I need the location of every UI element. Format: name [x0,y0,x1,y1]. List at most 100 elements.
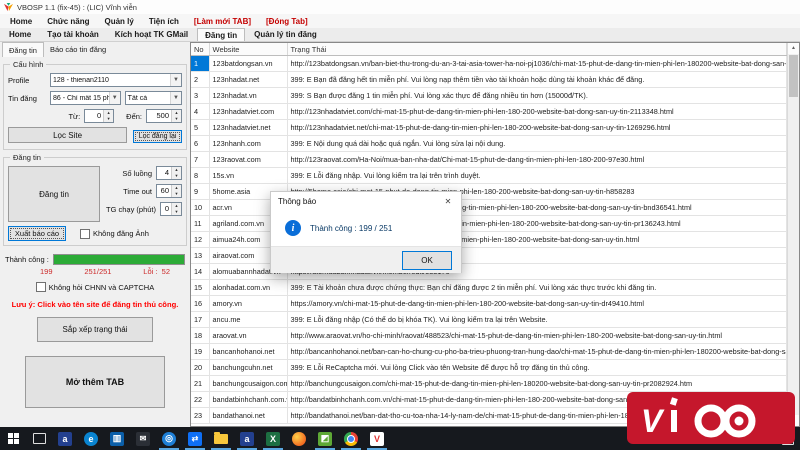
row-number-cell[interactable]: 22 [191,392,209,408]
row-number-cell[interactable]: 8 [191,168,209,184]
table-row[interactable]: 21banchungcusaigon.comhttp://banchungcus… [191,376,787,392]
table-row[interactable]: 5123nhadatviet.nethttp://123nhadatviet.n… [191,120,787,136]
scroll-up-icon[interactable]: ▲ [788,43,799,54]
row-number-cell[interactable]: 18 [191,328,209,344]
website-cell[interactable]: 123nhadat.net [209,72,287,88]
open-tab-button[interactable]: Mở thêm TAB [25,356,165,408]
menu-home[interactable]: Home [10,17,32,26]
row-number-cell[interactable]: 3 [191,88,209,104]
so-luong-stepper[interactable]: 4 ▲▼ [156,166,182,180]
captcha-checkbox[interactable]: Không hỏi CHNN và CAPTCHA [0,282,190,292]
sort-status-button[interactable]: Sắp xếp trạng thái [37,317,153,342]
taskbar-photos[interactable]: ◩ [312,427,338,450]
table-row[interactable]: 7123raovat.comhttp://123raovat.com/Ha-No… [191,152,787,168]
col-no[interactable]: No [191,43,209,56]
menu-lam-moi-tab[interactable]: [Làm mới TAB] [194,17,251,26]
tab-tao-tai-khoan[interactable]: Tạo tài khoản [40,28,106,41]
taskbar-app-1[interactable]: a [52,427,78,450]
tg-chay-stepper[interactable]: 0 ▲▼ [160,202,182,216]
row-number-cell[interactable]: 14 [191,264,209,280]
menu-tien-ich[interactable]: Tiện ích [149,17,179,26]
filter-select[interactable]: Tất cả ▼ [125,91,182,105]
table-row[interactable]: 20banchungcuhn.net399: E Lỗi ReCaptcha m… [191,360,787,376]
loc-dang-lai-button[interactable]: Lọc đăng lại [133,130,182,143]
table-row[interactable]: 16amory.vnhttps://amory.vn/chi-mat-15-ph… [191,296,787,312]
menu-dong-tab[interactable]: [Đóng Tab] [266,17,308,26]
table-row[interactable]: 3123nhadat.vn399: S Bạn được đăng 1 tin … [191,88,787,104]
website-cell[interactable]: banchungcuhn.net [209,360,287,376]
table-row[interactable]: 2123nhadat.net399: E Bạn đã đăng hết tin… [191,72,787,88]
subtab-dang-tin[interactable]: Đăng tin [2,42,44,57]
scrollbar-thumb[interactable] [789,55,798,97]
row-number-cell[interactable]: 6 [191,136,209,152]
table-row[interactable]: 18araovat.vnhttp://www.araovat.vn/ho-chi… [191,328,787,344]
row-number-cell[interactable]: 7 [191,152,209,168]
row-number-cell[interactable]: 9 [191,184,209,200]
row-number-cell[interactable]: 23 [191,408,209,424]
website-cell[interactable]: banchungcusaigon.com [209,376,287,392]
taskbar-excel[interactable]: X [260,427,286,450]
taskbar-explorer[interactable] [208,427,234,450]
table-row[interactable]: 815s.vn399: E Lỗi đăng nhập. Vui lòng ki… [191,168,787,184]
website-cell[interactable]: bandatbinhchanh.com.vn [209,392,287,408]
khong-dang-anh-checkbox[interactable]: Không đăng Ảnh [80,229,149,239]
loc-site-button[interactable]: Lọc Site [8,127,127,143]
taskbar-store[interactable]: ▥ [104,427,130,450]
website-cell[interactable]: 123batdongsan.vn [209,56,287,72]
vertical-scrollbar[interactable]: ▲ ▼ [787,43,799,426]
tab-home[interactable]: Home [2,28,38,41]
row-number-cell[interactable]: 16 [191,296,209,312]
taskbar-teamviewer[interactable]: ⇄ [182,427,208,450]
website-cell[interactable]: 15s.vn [209,168,287,184]
row-number-cell[interactable]: 10 [191,200,209,216]
to-stepper[interactable]: 500 ▲▼ [146,109,182,123]
website-cell[interactable]: araovat.vn [209,328,287,344]
row-number-cell[interactable]: 20 [191,360,209,376]
website-cell[interactable]: amory.vn [209,296,287,312]
taskbar-mail[interactable]: ✉ [130,427,156,450]
close-icon[interactable]: ✕ [435,192,461,210]
dang-tin-button[interactable]: Đăng tin [8,166,100,222]
row-number-cell[interactable]: 11 [191,216,209,232]
website-cell[interactable]: 123nhadatviet.com [209,104,287,120]
row-number-cell[interactable]: 13 [191,248,209,264]
col-trang-thai[interactable]: Trạng Thái [287,43,787,56]
xuat-bao-cao-button[interactable]: Xuất báo cáo [8,226,66,241]
row-number-cell[interactable]: 2 [191,72,209,88]
row-number-cell[interactable]: 1 [191,56,209,72]
taskbar-browser[interactable]: ◎ [156,427,182,450]
website-cell[interactable]: bandathanoi.net [209,408,287,424]
row-number-cell[interactable]: 12 [191,232,209,248]
taskbar-vbosp[interactable]: V [364,427,390,450]
website-cell[interactable]: ancu.me [209,312,287,328]
ok-button[interactable]: OK [402,251,452,270]
website-cell[interactable]: 123nhanh.com [209,136,287,152]
from-stepper[interactable]: 0 ▲▼ [84,109,114,123]
subtab-bao-cao[interactable]: Báo cáo tin đăng [44,42,112,57]
website-cell[interactable]: alonhadat.com.vn [209,280,287,296]
table-row[interactable]: 1123batdongsan.vnhttp://123batdongsan.vn… [191,56,787,72]
scrollbar-track[interactable] [788,54,799,415]
table-row[interactable]: 4123nhadatviet.comhttp://123nhadatviet.c… [191,104,787,120]
taskbar-chrome[interactable] [338,427,364,450]
website-cell[interactable]: 123raovat.com [209,152,287,168]
table-row[interactable]: 19bancanhohanoi.nethttp://bancanhohanoi.… [191,344,787,360]
menu-quan-ly[interactable]: Quản lý [104,17,133,26]
timeout-stepper[interactable]: 60 ▲▼ [156,184,182,198]
taskbar-firefox[interactable] [286,427,312,450]
profile-select[interactable]: 128 - thienan2110 ▼ [50,73,182,87]
tab-dang-tin[interactable]: Đăng tin [197,28,245,41]
row-number-cell[interactable]: 15 [191,280,209,296]
table-row[interactable]: 15alonhadat.com.vn399: E Tài khoản chưa … [191,280,787,296]
row-number-cell[interactable]: 4 [191,104,209,120]
tab-quan-ly-tin-dang[interactable]: Quản lý tin đăng [247,28,324,41]
row-number-cell[interactable]: 21 [191,376,209,392]
menu-chuc-nang[interactable]: Chức năng [47,17,89,26]
tindang-select[interactable]: 86 - Chỉ mất 15 phút để ▼ [50,91,121,105]
taskbar-edge[interactable]: e [78,427,104,450]
task-view-button[interactable] [26,427,52,450]
table-row[interactable]: 6123nhanh.com399: E Nội dung quá dài hoặ… [191,136,787,152]
tab-kich-hoat-tk-gmail[interactable]: Kích hoạt TK GMail [108,28,195,41]
col-website[interactable]: Website [209,43,287,56]
start-button[interactable] [0,427,26,450]
